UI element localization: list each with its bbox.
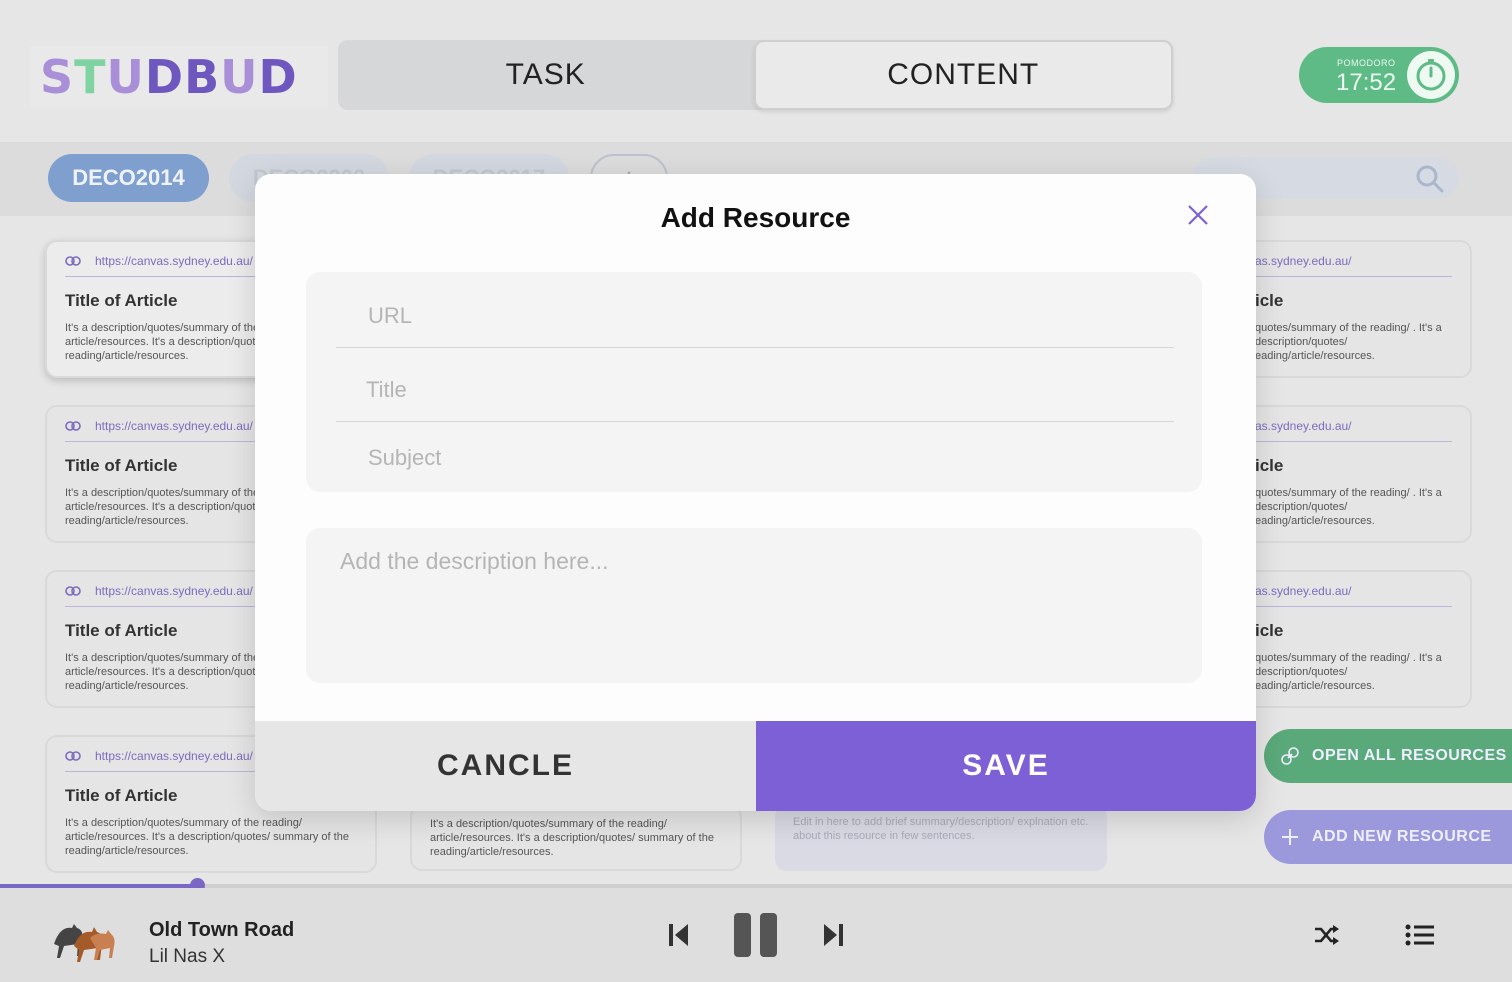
description-textarea[interactable]	[306, 528, 1202, 683]
dialog-footer: CANCLE SAVE	[255, 721, 1256, 811]
resource-fields	[306, 272, 1202, 492]
dialog-title: Add Resource	[660, 202, 851, 233]
save-button[interactable]: SAVE	[756, 721, 1256, 811]
close-icon[interactable]	[1186, 203, 1210, 227]
cancel-button[interactable]: CANCLE	[255, 721, 756, 811]
title-input[interactable]	[336, 358, 1174, 422]
url-input[interactable]	[336, 284, 1174, 348]
subject-input[interactable]	[336, 426, 1174, 490]
add-resource-dialog: Add Resource CANCLE SAVE	[255, 174, 1256, 811]
